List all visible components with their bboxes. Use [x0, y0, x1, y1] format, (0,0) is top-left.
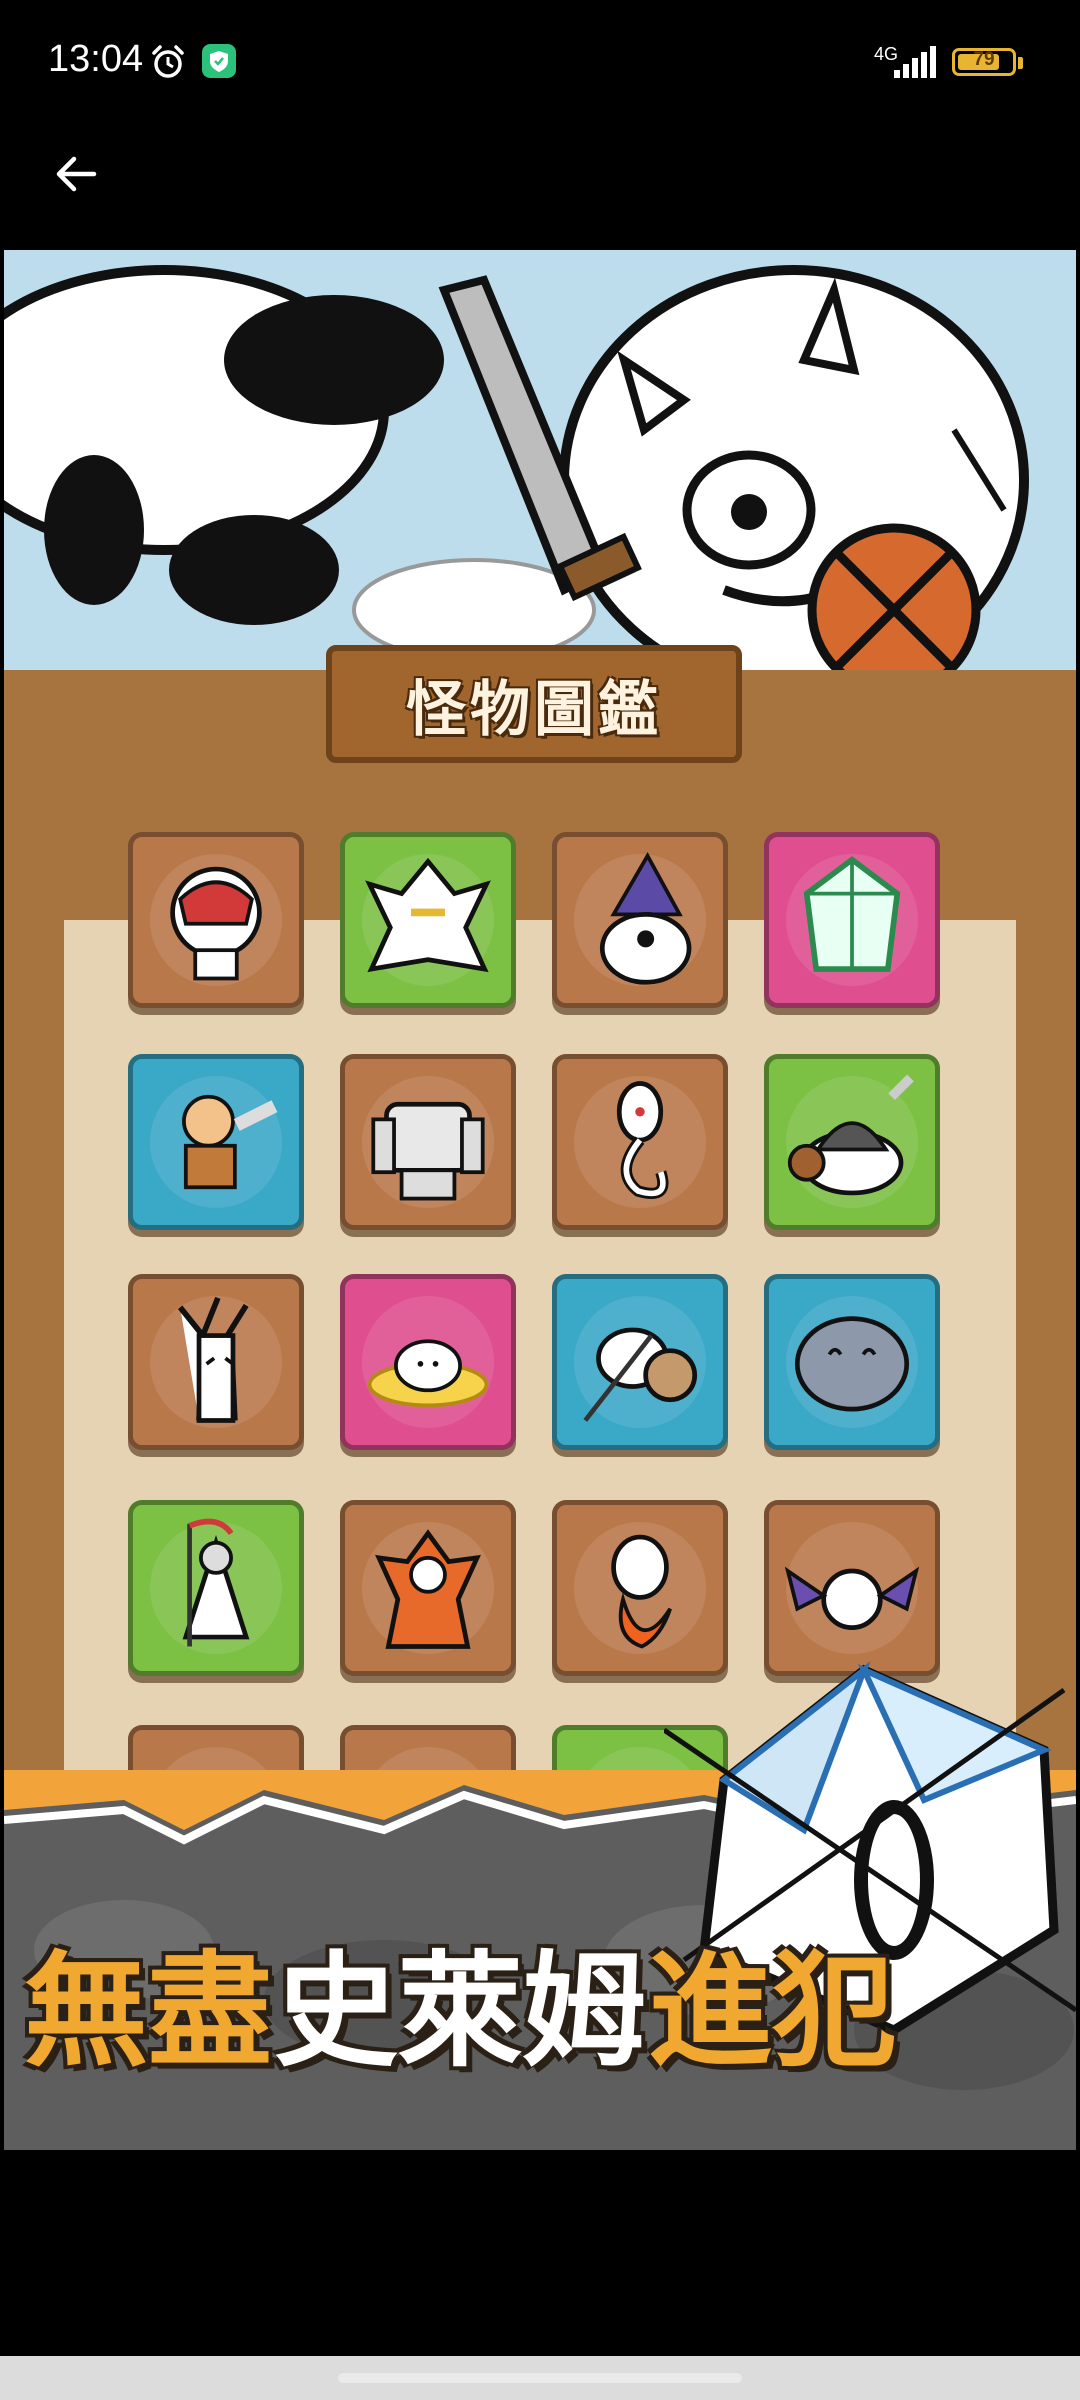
monster-icon	[785, 1074, 919, 1209]
monster-tile-red-mask-robot[interactable]	[128, 832, 304, 1008]
monster-tile-ghost-snake[interactable]	[552, 1054, 728, 1230]
slogan-part-1: 無盡	[24, 1940, 273, 2084]
monster-tile-bald-monk[interactable]	[128, 1054, 304, 1230]
battery-level: 79	[973, 49, 995, 70]
monster-icon	[785, 853, 919, 987]
board-title: 怪物圖鑑	[406, 674, 662, 745]
monster-tile-melted-slime[interactable]	[340, 1274, 516, 1450]
monster-icon	[573, 852, 707, 987]
monster-icon	[149, 1518, 283, 1655]
monster-tile-helmet-slime-warrior[interactable]	[764, 1054, 940, 1230]
monster-icon	[573, 1075, 707, 1209]
monster-tile-grim-reaper[interactable]	[128, 1500, 304, 1676]
monster-tile-crystal-golem[interactable]	[764, 832, 940, 1008]
shield-check-icon	[202, 44, 236, 78]
monster-icon	[573, 1295, 707, 1429]
arrow-left-icon	[56, 156, 97, 192]
slogan-part-3: 進犯	[648, 1940, 897, 2084]
slogan: 無盡 史萊姆 進犯	[24, 1910, 897, 2084]
status-bar: 13:04 4G 79	[0, 0, 1080, 120]
home-gesture-handle[interactable]	[338, 2373, 742, 2383]
battery-icon: 79	[952, 48, 1016, 76]
monster-tile-gray-blob[interactable]	[764, 1274, 940, 1450]
monster-tile-angry-tree[interactable]	[128, 1274, 304, 1450]
monster-icon	[149, 1075, 283, 1209]
alarm-icon	[152, 45, 184, 78]
slogan-part-2: 史萊姆	[274, 1940, 647, 2084]
monster-tile-white-armored-knight[interactable]	[340, 832, 516, 1008]
monster-icon	[361, 853, 495, 987]
monster-tile-shield-spearman[interactable]	[552, 1274, 728, 1450]
monster-icon	[361, 1295, 495, 1429]
monster-tile-stone-golem[interactable]	[340, 1054, 516, 1230]
back-button[interactable]	[44, 142, 108, 206]
monster-tile-wizard-slime[interactable]	[552, 832, 728, 1008]
board-title-plaque: 怪物圖鑑	[326, 645, 742, 763]
monster-icon	[361, 1075, 495, 1209]
monster-icon	[361, 1521, 495, 1655]
monster-icon	[149, 853, 283, 987]
status-time: 13:04	[48, 38, 144, 80]
game-screenshot[interactable]: 怪物圖鑑 無盡 史萊姆 進犯	[4, 250, 1076, 2150]
monster-icon	[149, 1295, 283, 1429]
monster-icon	[785, 1295, 919, 1429]
signal-icon	[894, 46, 936, 78]
battery-cap	[1018, 57, 1023, 69]
monster-tile-fire-demon[interactable]	[340, 1500, 516, 1676]
